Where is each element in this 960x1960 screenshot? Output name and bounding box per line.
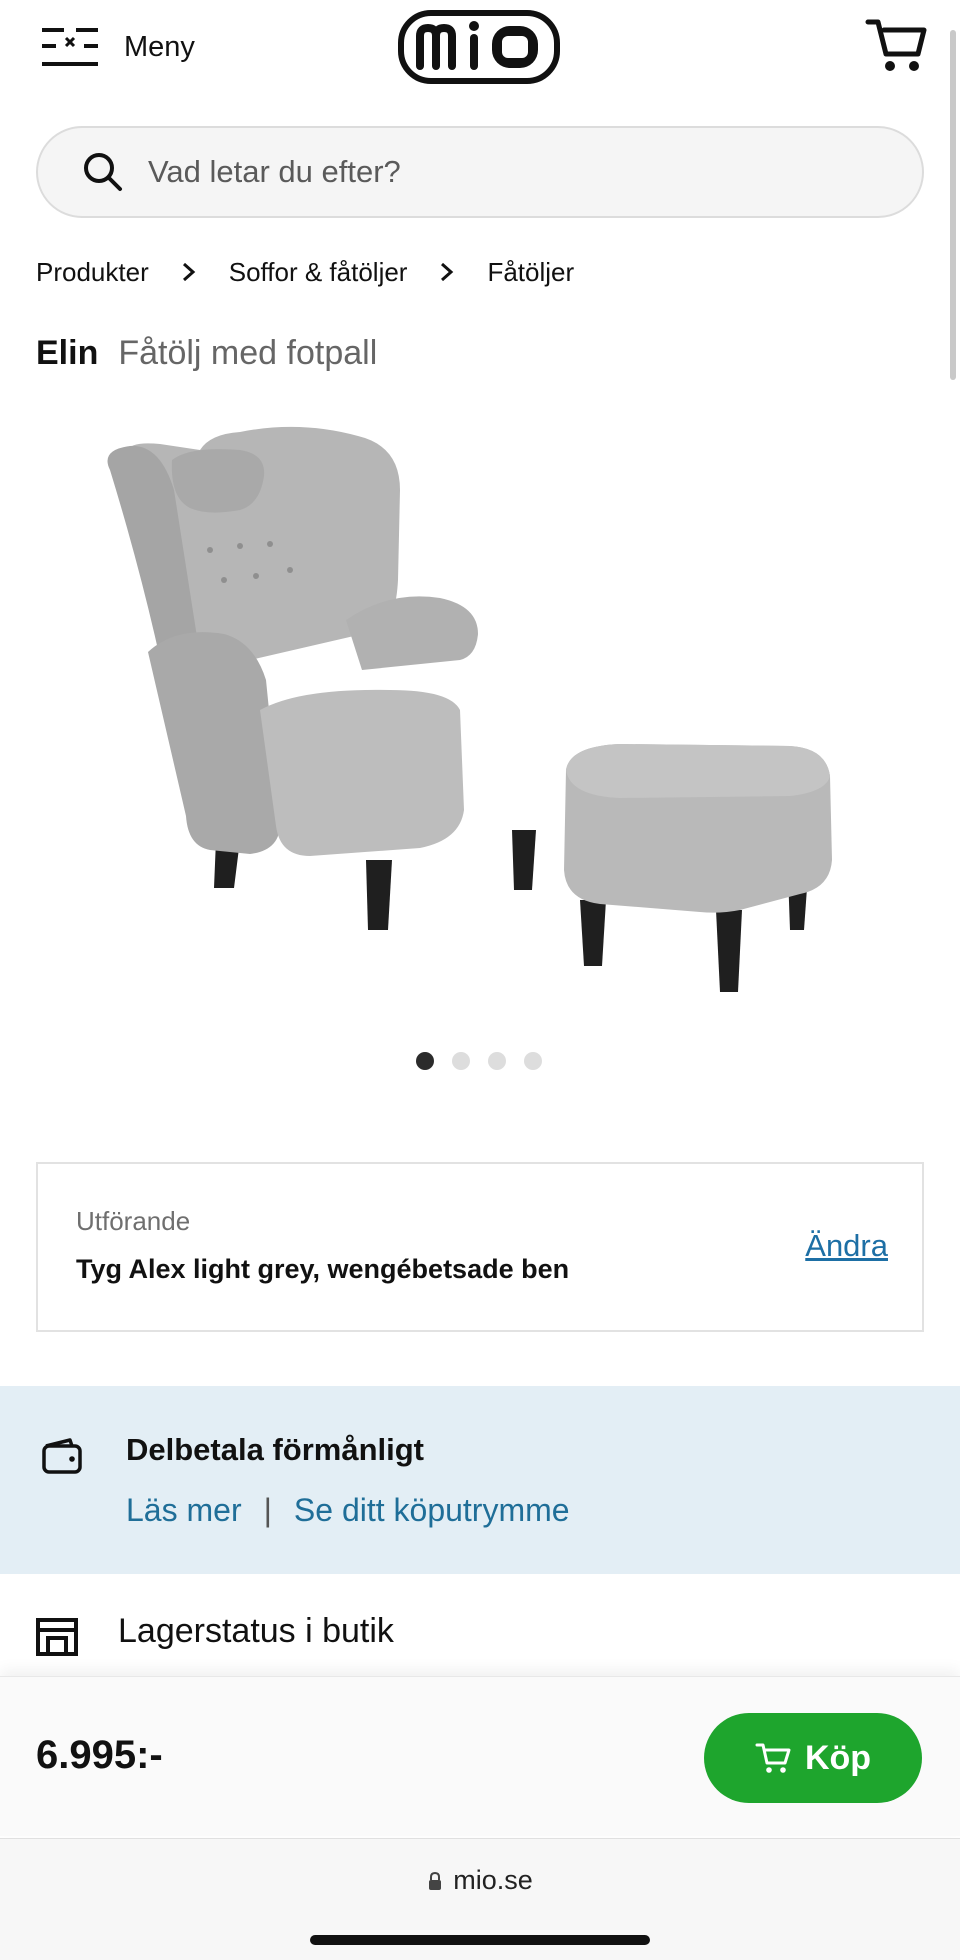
product-image[interactable]: [100, 420, 860, 1010]
cart-icon: [755, 1743, 791, 1773]
menu-label: Meny: [124, 30, 195, 63]
sticky-buy-bar: 6.995:- Köp: [0, 1676, 960, 1836]
product-title: Elin Fåtölj med fotpall: [36, 334, 377, 378]
cart-button[interactable]: [864, 14, 930, 76]
search-input[interactable]: [148, 154, 848, 190]
product-price: 6.995:-: [36, 1733, 163, 1777]
page-scrollbar[interactable]: [950, 30, 956, 380]
variant-selector: Utförande Tyg Alex light grey, wengébets…: [36, 1162, 924, 1332]
buy-label: Köp: [804, 1738, 872, 1777]
variant-value: Tyg Alex light grey, wengébetsade ben: [76, 1254, 570, 1284]
search-icon: [84, 153, 122, 191]
hamburger-menu-icon: [42, 28, 98, 66]
store-icon: [36, 1618, 78, 1656]
shopping-cart-icon: [865, 19, 927, 71]
variant-label: Utförande: [76, 1206, 191, 1236]
chevron-right-icon: [441, 262, 454, 282]
breadcrumb-item-produkter[interactable]: Produkter: [36, 257, 149, 288]
breadcrumb: Produkter Soffor & fåtöljer Fåtöljer: [36, 252, 574, 292]
breadcrumb-item-fatoljer[interactable]: Fåtöljer: [487, 257, 574, 288]
read-more-link[interactable]: Läs mer: [126, 1492, 242, 1529]
carousel-dot-3[interactable]: [488, 1052, 506, 1070]
url-display[interactable]: mio.se: [0, 1865, 960, 1896]
carousel-dot-1[interactable]: [416, 1052, 434, 1070]
home-indicator[interactable]: [310, 1935, 650, 1945]
image-carousel-dots: [416, 1052, 542, 1070]
installment-banner: Delbetala förmånligt Läs mer | Se ditt k…: [0, 1386, 960, 1574]
url-text: mio.se: [453, 1865, 533, 1895]
installment-links: Läs mer | Se ditt köputrymme: [126, 1492, 570, 1529]
credit-limit-link[interactable]: Se ditt köputrymme: [294, 1492, 570, 1529]
product-name: Elin: [36, 334, 99, 372]
stock-label: Lagerstatus i butik: [118, 1612, 394, 1650]
menu-button[interactable]: Meny: [40, 22, 195, 72]
buy-button[interactable]: Köp: [704, 1713, 922, 1803]
armchair-with-footstool-image: [107, 426, 832, 992]
chevron-right-icon: [182, 262, 195, 282]
carousel-dot-4[interactable]: [524, 1052, 542, 1070]
change-variant-link[interactable]: Ändra: [805, 1228, 888, 1264]
link-separator: |: [263, 1492, 272, 1528]
product-description: Fåtölj med fotpall: [118, 334, 378, 372]
mio-logo[interactable]: mio: [398, 10, 560, 84]
carousel-dot-2[interactable]: [452, 1052, 470, 1070]
lock-icon: [429, 1871, 442, 1890]
store-stock-row[interactable]: Lagerstatus i butik: [0, 1574, 960, 1678]
search-bar[interactable]: [36, 126, 924, 218]
browser-url-bar: mio.se: [0, 1838, 960, 1960]
breadcrumb-item-soffor[interactable]: Soffor & fåtöljer: [229, 257, 408, 288]
site-header: Meny mio: [0, 0, 960, 100]
wallet-icon: [42, 1438, 82, 1474]
mio-logo-mark: [398, 10, 560, 84]
installment-title: Delbetala förmånligt: [126, 1432, 424, 1467]
